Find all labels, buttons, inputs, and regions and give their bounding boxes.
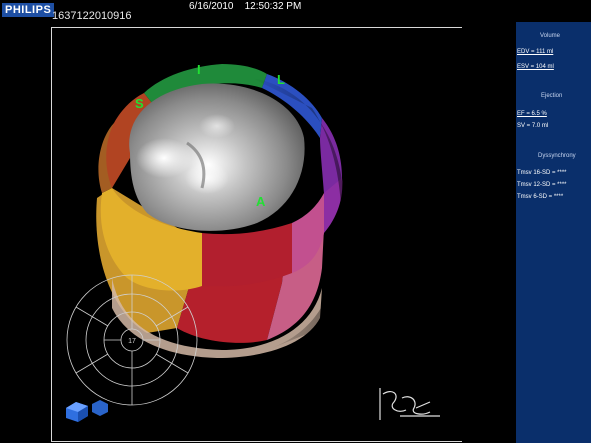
- philips-logo: PHILIPS: [2, 3, 55, 17]
- segment-anterior-mid[interactable]: [202, 223, 292, 287]
- cap-highlight-top: [199, 114, 235, 138]
- viewport-gutter: [462, 22, 516, 443]
- label-inferior: I: [197, 62, 201, 77]
- lv-3d-viewport[interactable]: I L S A 17: [51, 27, 463, 442]
- label-septal: S: [135, 96, 144, 111]
- tmsv12-value: Tmsv 12-SD = ****: [517, 182, 567, 188]
- cap-highlight-right: [185, 162, 229, 194]
- top-bar: PHILIPS 1637122010916 6/16/2010 12:50:32…: [0, 0, 591, 24]
- label-anterior: A: [256, 194, 266, 209]
- orientation-glyph-icon[interactable]: [379, 388, 440, 420]
- cap-highlight-left: [136, 138, 192, 178]
- tmsv6-value: Tmsv 6-SD = ****: [517, 194, 564, 200]
- bullseye-apex-label: 17: [128, 338, 136, 345]
- edv-value[interactable]: EDV = 111 ml: [517, 49, 553, 55]
- ejection-section-title: Ejection: [541, 93, 563, 99]
- patient-id: 1637122010916: [52, 10, 132, 22]
- tmsv16-value: Tmsv 16-SD = ****: [517, 170, 567, 176]
- ef-value[interactable]: EF = 6.5 %: [517, 111, 547, 117]
- sv-value: SV = 7.0 ml: [517, 123, 549, 129]
- dyssynchrony-section-title: Dyssynchrony: [538, 153, 576, 159]
- label-lateral: L: [277, 72, 285, 87]
- lv-3d-model[interactable]: I L S A 17: [52, 28, 462, 441]
- exam-datetime: 6/16/2010 12:50:32 PM: [189, 1, 302, 12]
- measurements-panel: Volume EDV = 111 ml ESV = 104 ml Ejectio…: [516, 22, 591, 443]
- volume-section-title: Volume: [540, 33, 561, 39]
- rotate-cube-icon[interactable]: [66, 400, 108, 422]
- esv-value[interactable]: ESV = 104 ml: [517, 64, 554, 70]
